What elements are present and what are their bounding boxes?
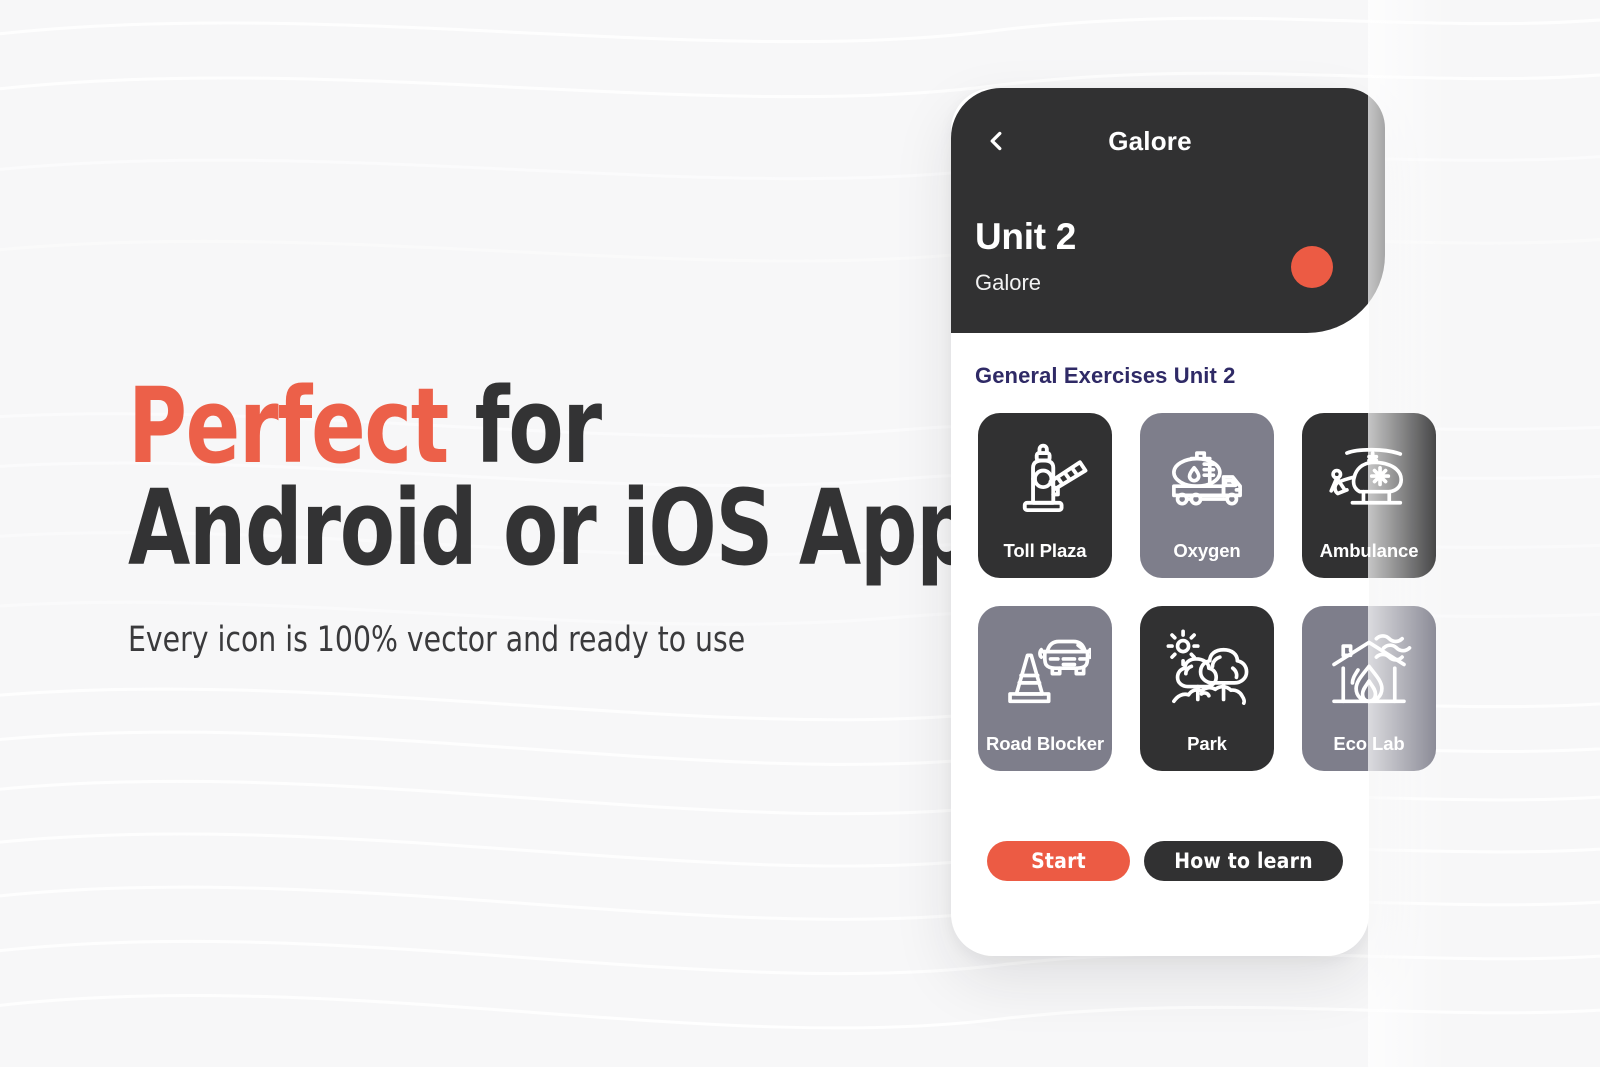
action-buttons: Start How to learn (987, 841, 1343, 881)
headline-line-2: Android or iOS Apps (128, 466, 1020, 589)
tile-eco-lab[interactable]: Eco Lab (1302, 606, 1436, 771)
tile-road-blocker[interactable]: Road Blocker (978, 606, 1112, 771)
section-title: General Exercises Unit 2 (975, 363, 1236, 388)
tile-label: Ambulance (1319, 540, 1419, 561)
exercise-tile-grid: Toll Plaza Oxygen Ambulance Road Blocker… (978, 413, 1446, 771)
headline-line-1: Perfect for (128, 374, 782, 478)
tile-label: Toll Plaza (1003, 540, 1087, 561)
tile-toll-plaza[interactable]: Toll Plaza (978, 413, 1112, 578)
app-header: Galore Unit 2 Galore (951, 88, 1385, 333)
tile-oxygen[interactable]: Oxygen (1140, 413, 1274, 578)
tile-label: Oxygen (1173, 540, 1241, 561)
unit-title: Unit 2 (975, 216, 1076, 257)
how-to-learn-button[interactable]: How to learn (1144, 841, 1343, 881)
start-button[interactable]: Start (987, 841, 1130, 881)
tanker-truck-icon (1159, 429, 1255, 525)
hero-copy: Perfect for Android or iOS Apps Every ic… (128, 374, 1020, 660)
toll-barrier-icon (997, 429, 1093, 525)
tile-park[interactable]: Park (1140, 606, 1274, 771)
tile-label: Road Blocker (985, 733, 1105, 754)
burning-house-icon (1321, 622, 1417, 718)
tile-label: Park (1187, 733, 1227, 754)
traffic-cone-car-icon (997, 622, 1093, 718)
app-title: Galore (1108, 126, 1192, 156)
hero-subhead: Every icon is 100% vector and ready to u… (128, 619, 746, 660)
helicopter-icon (1321, 429, 1417, 525)
status-dot[interactable] (1291, 246, 1333, 288)
tile-ambulance[interactable]: Ambulance (1302, 413, 1436, 578)
tile-label: Eco Lab (1333, 733, 1405, 754)
unit-subtitle: Galore (975, 270, 1042, 295)
trees-sun-icon (1159, 622, 1255, 718)
